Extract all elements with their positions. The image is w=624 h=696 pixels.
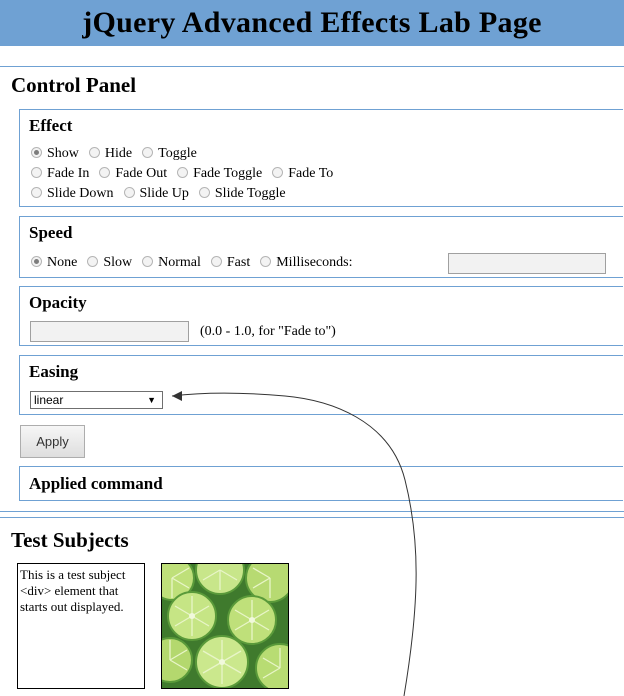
effect-row-1: Show Hide Toggle — [31, 146, 207, 162]
opacity-input[interactable] — [30, 321, 189, 342]
effect-hide-option[interactable]: Hide — [88, 146, 132, 162]
effect-fade-out-option[interactable]: Fade Out — [99, 166, 167, 182]
speed-fieldset: Speed None Slow Normal Fast Milliseconds: — [19, 216, 623, 278]
radio-icon[interactable] — [88, 147, 100, 158]
milliseconds-input[interactable] — [448, 253, 606, 274]
effect-slide-up-option[interactable]: Slide Up — [123, 186, 189, 202]
speed-milliseconds-option[interactable]: Milliseconds: — [260, 255, 352, 271]
divider — [0, 511, 624, 512]
radio-icon[interactable] — [87, 256, 99, 267]
speed-fast-option[interactable]: Fast — [210, 255, 250, 271]
radio-icon[interactable] — [260, 256, 272, 267]
radio-icon[interactable] — [31, 147, 42, 158]
radio-icon[interactable] — [31, 256, 42, 267]
radio-icon[interactable] — [272, 167, 284, 178]
effect-fade-to-option[interactable]: Fade To — [272, 166, 333, 182]
applied-command-fieldset: Applied command — [19, 466, 623, 501]
divider — [0, 66, 624, 67]
speed-slow-option[interactable]: Slow — [87, 255, 132, 271]
opacity-fieldset: Opacity (0.0 - 1.0, for "Fade to") — [19, 286, 623, 346]
radio-icon[interactable] — [142, 147, 154, 158]
effect-legend: Effect — [29, 116, 73, 135]
radio-icon[interactable] — [123, 187, 135, 198]
limes-image — [161, 563, 289, 689]
opacity-hint: (0.0 - 1.0, for "Fade to") — [200, 324, 336, 339]
speed-row: None Slow Normal Fast Milliseconds: — [31, 255, 362, 271]
radio-icon[interactable] — [31, 187, 42, 198]
applied-command-legend: Applied command — [29, 474, 163, 493]
speed-none-option[interactable]: None — [31, 255, 77, 271]
effect-row-2: Fade In Fade Out Fade Toggle Fade To — [31, 166, 343, 182]
effect-show-option[interactable]: Show — [31, 146, 79, 162]
radio-icon[interactable] — [177, 167, 189, 178]
effect-slide-down-option[interactable]: Slide Down — [31, 186, 114, 202]
effect-fade-toggle-option[interactable]: Fade Toggle — [177, 166, 262, 182]
radio-icon[interactable] — [198, 187, 210, 198]
easing-selected-value: linear — [34, 393, 64, 407]
test-subject-div: This is a test subject <div> element tha… — [17, 563, 145, 689]
radio-icon[interactable] — [31, 167, 42, 178]
radio-icon[interactable] — [142, 256, 154, 267]
effect-fade-in-option[interactable]: Fade In — [31, 166, 89, 182]
effect-row-3: Slide Down Slide Up Slide Toggle — [31, 186, 296, 202]
effect-toggle-option[interactable]: Toggle — [142, 146, 197, 162]
speed-normal-option[interactable]: Normal — [142, 255, 201, 271]
radio-icon[interactable] — [210, 256, 222, 267]
divider — [0, 517, 624, 518]
opacity-legend: Opacity — [29, 293, 87, 312]
effect-fieldset: Effect Show Hide Toggle Fade In Fade Out Fad… — [19, 109, 623, 207]
radio-icon[interactable] — [99, 167, 111, 178]
easing-select[interactable]: linear ▼ — [30, 391, 163, 409]
easing-legend: Easing — [29, 362, 79, 381]
effect-slide-toggle-option[interactable]: Slide Toggle — [198, 186, 286, 202]
speed-legend: Speed — [29, 223, 73, 242]
page-title: jQuery Advanced Effects Lab Page — [0, 0, 624, 46]
control-panel-title: Control Panel — [11, 73, 137, 97]
limes-illustration — [162, 564, 288, 688]
apply-button[interactable]: Apply — [20, 425, 85, 458]
test-subjects-title: Test Subjects — [11, 528, 129, 552]
dropdown-arrow-icon: ▼ — [147, 395, 156, 405]
